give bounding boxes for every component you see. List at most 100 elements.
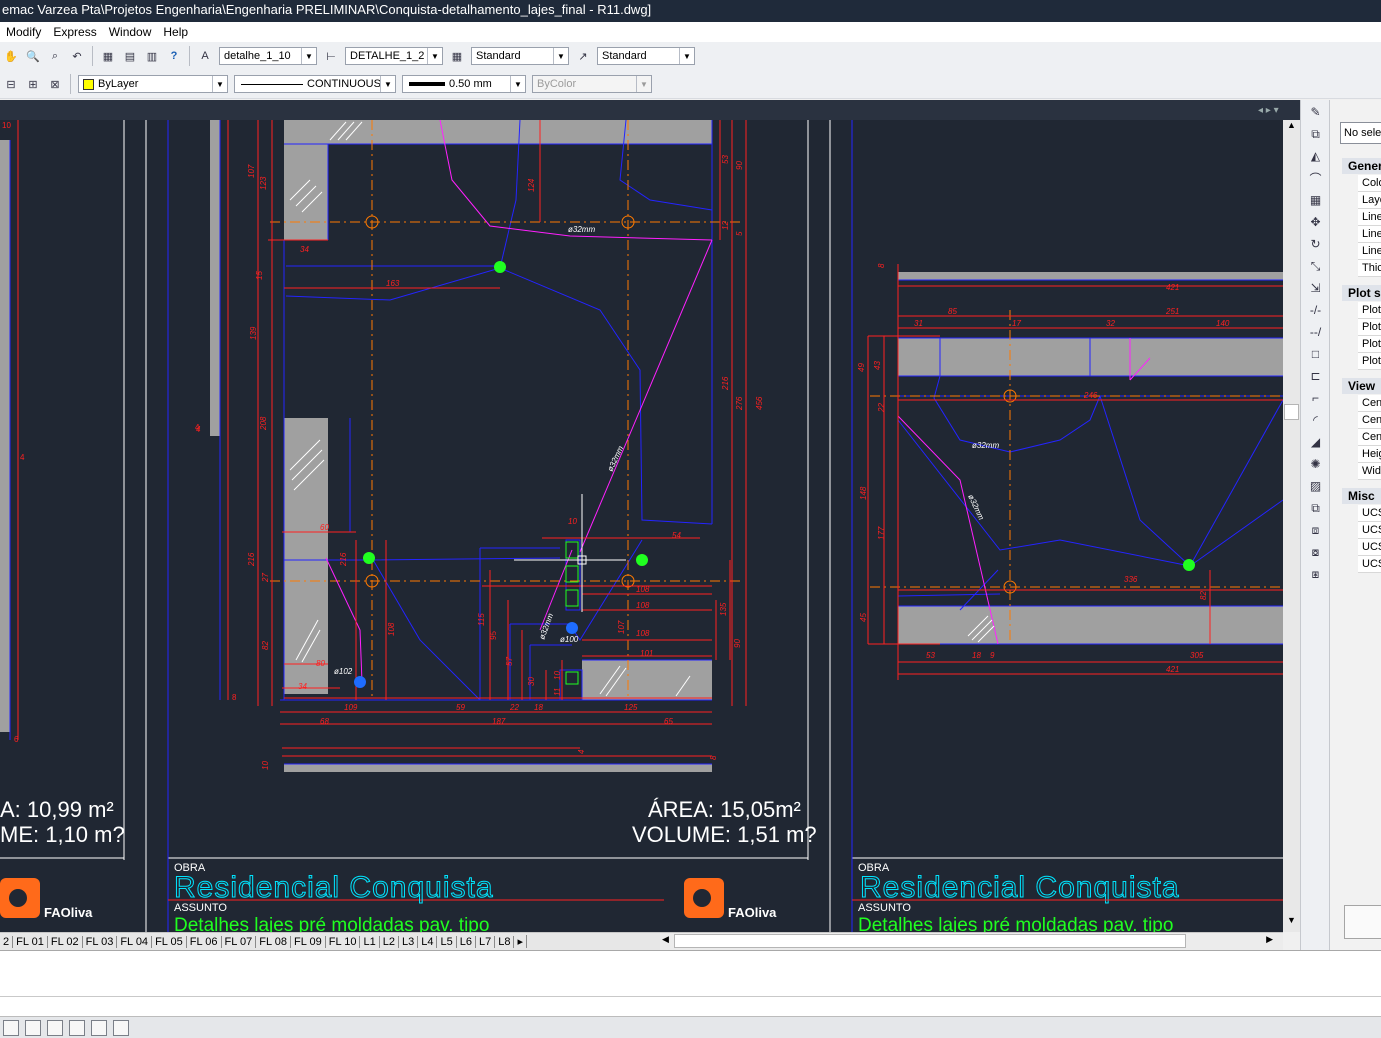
tab-layout[interactable]: FL 03 [83,935,118,948]
section-misc[interactable]: Misc [1342,488,1381,504]
mirror-icon[interactable]: ◭ [1306,146,1326,166]
tab-layout[interactable]: FL 05 [152,935,187,948]
otrack-icon[interactable] [113,1019,129,1036]
prop-row[interactable]: UCS [1358,505,1381,522]
prop-row[interactable]: Line [1358,243,1381,260]
extend-icon[interactable]: --/ [1306,322,1326,342]
prop-row[interactable]: Heig [1358,446,1381,463]
menu-help[interactable]: Help [157,25,194,39]
multileader-style-select[interactable]: Standard ▼ [597,47,695,65]
prop-row[interactable]: Plot [1358,336,1381,353]
blend-icon[interactable]: ◢ [1306,432,1326,452]
dim-style-select[interactable]: DETALHE_1_2 ▼ [345,47,443,65]
tab-scroll-arrows[interactable]: ◂ ▸ ▾ [1258,105,1279,116]
offset-icon[interactable]: ⌒ [1306,168,1326,188]
tab-layout[interactable]: FL 09 [291,935,326,948]
tab-scroll-right-icon[interactable]: ▸ [514,935,527,948]
section-view[interactable]: View [1342,378,1381,394]
section-general[interactable]: Gener [1342,158,1381,174]
command-history[interactable] [0,950,1381,999]
layer-state-icon[interactable]: ⊠ [46,75,64,93]
tab-layout[interactable]: L8 [495,935,515,948]
scroll-thumb[interactable] [1284,404,1299,420]
fillet-icon[interactable]: ◜ [1306,410,1326,430]
prop-row[interactable]: UCS [1358,539,1381,556]
design-center-icon[interactable]: ▤ [121,47,139,65]
draw-order-icon[interactable]: ⧉ [1306,498,1326,518]
osnap-icon[interactable] [91,1019,107,1036]
tab-layout[interactable]: FL 10 [326,935,361,948]
color-select[interactable]: ByLayer ▼ [78,75,228,93]
drawing-canvas[interactable]: ◂ ▸ ▾ 10 4 4 6 8 A: 10,99 m² ME: 1,10 m?… [0,100,1300,932]
tab-layout[interactable]: L2 [380,935,399,948]
scale-icon[interactable]: ⤡ [1306,256,1326,276]
prop-row[interactable]: Cen [1358,429,1381,446]
trim-icon[interactable]: -/- [1306,300,1326,320]
prop-row[interactable]: Line [1358,209,1381,226]
ortho-icon[interactable] [47,1019,63,1036]
scroll-down-icon[interactable]: ▼ [1283,915,1300,932]
erase-icon[interactable]: ✎ [1306,102,1326,122]
tool-palettes-icon[interactable]: ▥ [143,47,161,65]
prop-row[interactable]: Cen [1358,412,1381,429]
scroll-right-icon[interactable]: ▶ [1266,934,1273,945]
tab-layout[interactable]: L7 [476,935,496,948]
move-icon[interactable]: ✥ [1306,212,1326,232]
polar-icon[interactable] [69,1019,85,1036]
draw-order-below-icon[interactable]: ⧆ [1306,564,1326,584]
copy-icon[interactable]: ⧉ [1306,124,1326,144]
scroll-left-icon[interactable]: ◀ [662,934,669,945]
tab-layout[interactable]: FL 01 [13,935,48,948]
stretch-icon[interactable]: ⇲ [1306,278,1326,298]
zoom-previous-icon[interactable]: ↶ [68,47,86,65]
prop-row[interactable]: Wid [1358,463,1381,480]
hscroll-thumb[interactable] [674,934,1186,948]
linetype-select[interactable]: CONTINUOUS ▼ [234,75,396,93]
horizontal-scrollbar[interactable]: ◀ ▶ [660,932,1283,950]
pan-icon[interactable]: ✋ [2,47,20,65]
tab-layout[interactable]: L1 [360,935,380,948]
menu-express[interactable]: Express [47,25,102,39]
selection-dropdown[interactable]: No selec [1340,122,1381,144]
tab-layout[interactable]: FL 04 [117,935,153,948]
prop-row[interactable]: Cen [1358,395,1381,412]
grid-icon[interactable] [25,1019,41,1036]
tab-layout[interactable]: FL 07 [222,935,257,948]
tab-layout[interactable]: L6 [457,935,476,948]
tab-layout[interactable]: FL 06 [187,935,222,948]
zoom-realtime-icon[interactable]: 🔍 [24,47,42,65]
scroll-up-icon[interactable]: ▲ [1283,120,1300,137]
array-icon[interactable]: ▦ [1306,190,1326,210]
layer-icon[interactable]: ⊟ [2,75,20,93]
prop-row[interactable]: Thic [1358,260,1381,277]
prop-row[interactable]: UCS [1358,522,1381,539]
break-icon[interactable]: □ [1306,344,1326,364]
tab-layout[interactable]: L5 [437,935,457,948]
properties-icon[interactable]: ▦ [99,47,117,65]
prop-row[interactable]: UCS [1358,556,1381,573]
prop-row[interactable]: Laye [1358,192,1381,209]
chamfer-icon[interactable]: ⌐ [1306,388,1326,408]
rotate-icon[interactable]: ↻ [1306,234,1326,254]
menu-modify[interactable]: Modify [0,25,47,39]
edit-hatch-icon[interactable]: ▨ [1306,476,1326,496]
help-icon[interactable]: ? [165,47,183,65]
text-style-select[interactable]: detalhe_1_10 ▼ [219,47,317,65]
explode-icon[interactable]: ✺ [1306,454,1326,474]
prop-row[interactable]: Colo [1358,175,1381,192]
vertical-scrollbar[interactable]: ▲ ▼ [1283,120,1300,932]
layer-previous-icon[interactable]: ⊞ [24,75,42,93]
tab-layout[interactable]: L4 [418,935,438,948]
tab-layout[interactable]: L3 [399,935,419,948]
snap-icon[interactable] [3,1019,19,1036]
section-plot-style[interactable]: Plot s [1342,285,1381,301]
tab-layout[interactable]: FL 08 [256,935,291,948]
draw-order-back-icon[interactable]: ⧈ [1306,520,1326,540]
prop-row[interactable]: Plot [1358,302,1381,319]
zoom-window-icon[interactable]: ⌕ [46,47,64,65]
lineweight-select[interactable]: 0.50 mm ▼ [402,75,526,93]
drawing-svg[interactable]: ◂ ▸ ▾ 10 4 4 6 8 A: 10,99 m² ME: 1,10 m?… [0,100,1300,932]
prop-row[interactable]: Line [1358,226,1381,243]
prop-row[interactable]: Plot [1358,319,1381,336]
prop-row[interactable]: Plot [1358,353,1381,370]
